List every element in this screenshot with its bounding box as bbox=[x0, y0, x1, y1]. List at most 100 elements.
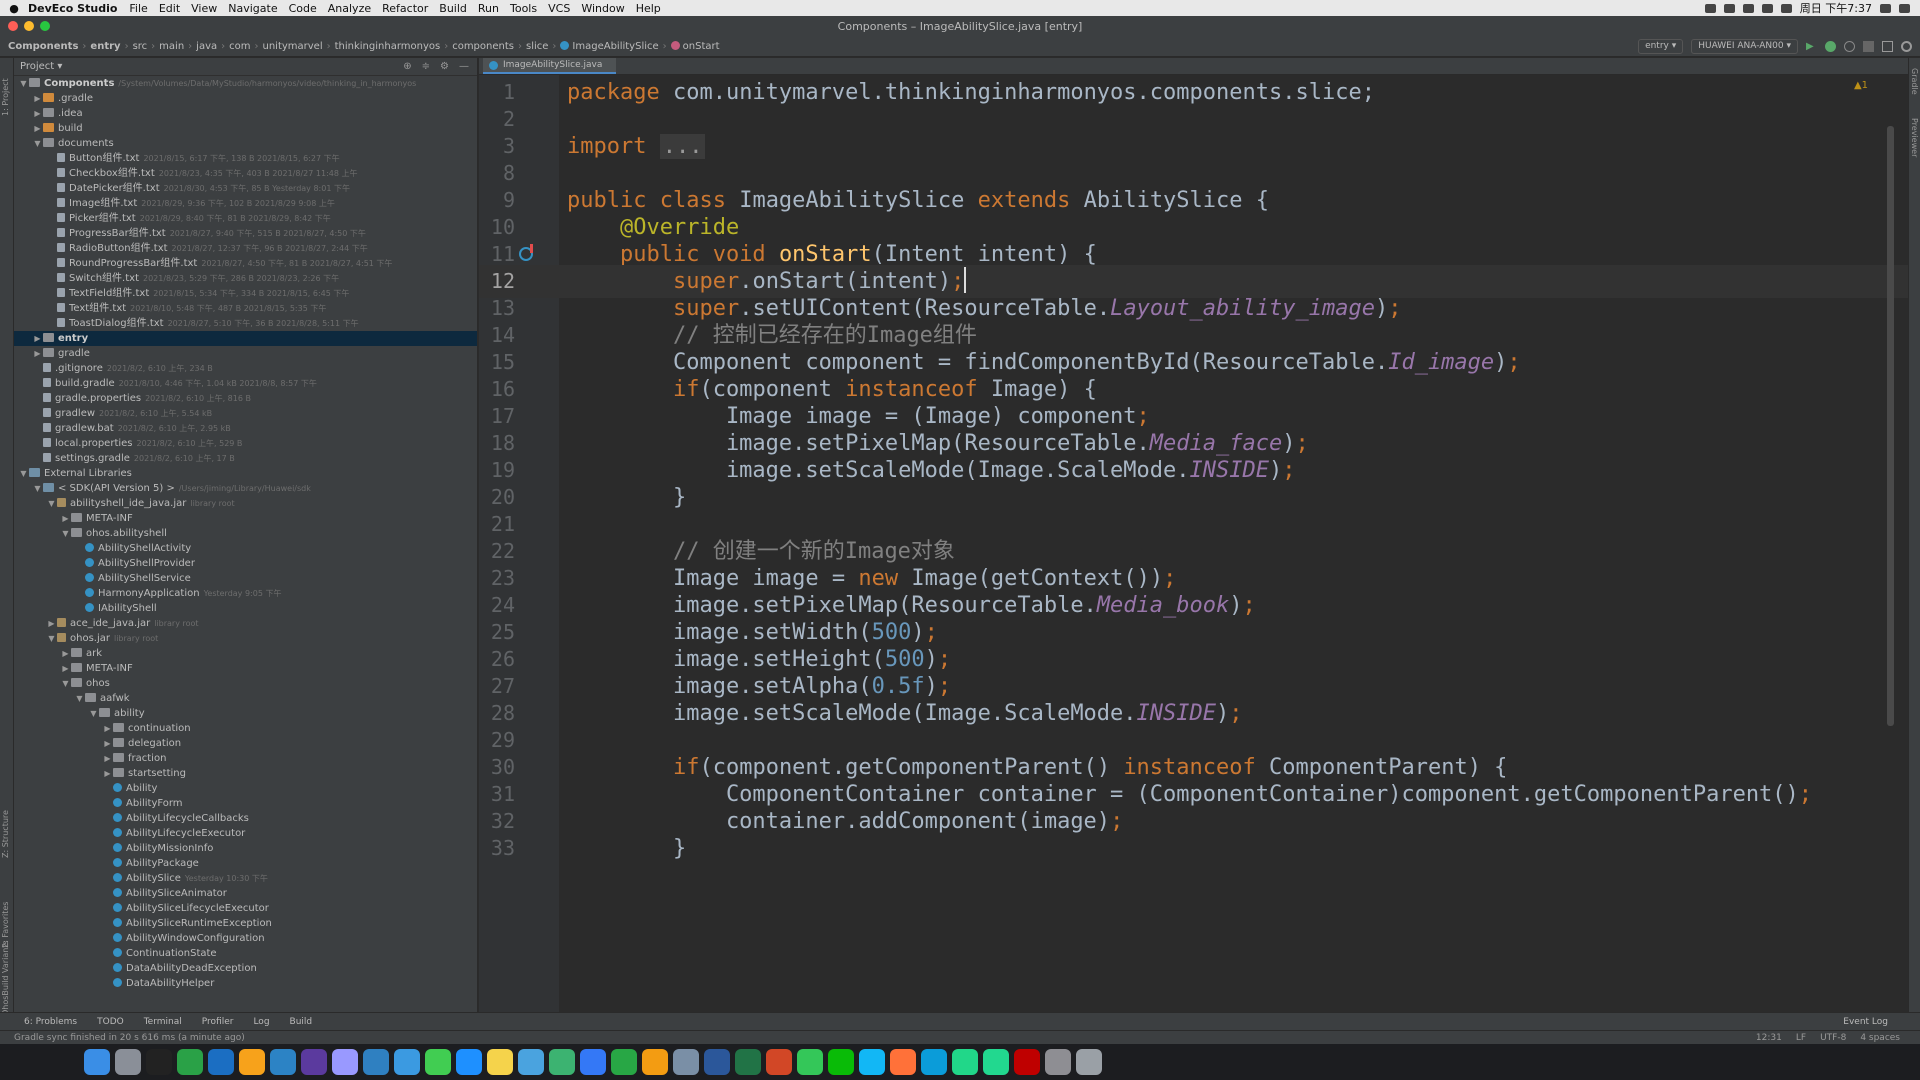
indent-setting[interactable]: 4 spaces bbox=[1860, 1033, 1900, 1043]
breadcrumb-item[interactable]: slice bbox=[526, 41, 548, 52]
control-center-icon[interactable] bbox=[1899, 3, 1910, 13]
project-view-select[interactable]: Project ▾ bbox=[20, 61, 62, 72]
tree-item[interactable]: ▶ gradle bbox=[14, 346, 477, 361]
menubar-clock[interactable]: 周日 下午7:37 bbox=[1800, 0, 1872, 16]
tree-item[interactable]: .gitignore 2021/8/2, 6:10 上午, 234 B bbox=[14, 361, 477, 376]
chevron-right-icon[interactable]: ▶ bbox=[102, 721, 113, 736]
tree-item[interactable]: build.gradle 2021/8/10, 4:46 下午, 1.04 kB … bbox=[14, 376, 477, 391]
previewer-tool-tab[interactable]: Previewer bbox=[1910, 118, 1919, 157]
pycharm-icon[interactable] bbox=[952, 1049, 978, 1075]
tree-item[interactable]: ProgressBar组件.txt 2021/8/27, 9:40 下午, 515… bbox=[14, 226, 477, 241]
code-text[interactable]: } bbox=[567, 832, 686, 865]
tray-icon[interactable] bbox=[1742, 3, 1754, 13]
file-encoding[interactable]: UTF-8 bbox=[1820, 1033, 1846, 1043]
menu-code[interactable]: Code bbox=[289, 2, 317, 15]
tree-item[interactable]: DatePicker组件.txt 2021/8/30, 4:53 下午, 85 B… bbox=[14, 181, 477, 196]
battery-icon[interactable] bbox=[1780, 3, 1792, 13]
filezilla-icon[interactable] bbox=[1014, 1049, 1040, 1075]
device-select[interactable]: HUAWEI ANA-AN00 ▾ bbox=[1691, 39, 1798, 54]
run-icon[interactable]: ▶ bbox=[1806, 41, 1817, 52]
chrome-icon[interactable] bbox=[177, 1049, 203, 1075]
breadcrumb-item[interactable]: unitymarvel bbox=[262, 41, 322, 52]
build-tool-tab[interactable]: Build bbox=[290, 1017, 313, 1027]
breadcrumb-item[interactable]: components bbox=[452, 41, 514, 52]
editor-tab[interactable]: ImageAbilitySlice.java bbox=[483, 58, 617, 74]
close-window-button[interactable] bbox=[8, 21, 18, 31]
tree-item[interactable]: AbilityForm bbox=[14, 796, 477, 811]
breadcrumb-item[interactable]: Components bbox=[8, 41, 78, 52]
chevron-right-icon[interactable]: ▶ bbox=[46, 616, 57, 631]
deveco-icon[interactable] bbox=[456, 1049, 482, 1075]
event-log-tool-tab[interactable]: Event Log bbox=[1843, 1017, 1888, 1027]
menu-help[interactable]: Help bbox=[636, 2, 661, 15]
tree-item[interactable]: ▼ abilityshell_ide_java.jar library root bbox=[14, 496, 477, 511]
chevron-right-icon[interactable]: ▶ bbox=[32, 106, 43, 121]
status-message[interactable]: Gradle sync finished in 20 s 616 ms (a m… bbox=[14, 1033, 245, 1043]
chevron-down-icon[interactable]: ▼ bbox=[46, 496, 57, 511]
premiere-icon[interactable] bbox=[301, 1049, 327, 1075]
tree-item[interactable]: settings.gradle 2021/8/2, 6:10 上午, 17 B bbox=[14, 451, 477, 466]
tree-item[interactable]: gradlew 2021/8/2, 6:10 上午, 5.54 kB bbox=[14, 406, 477, 421]
wechat-icon[interactable] bbox=[828, 1049, 854, 1075]
chevron-down-icon[interactable]: ▼ bbox=[18, 76, 29, 91]
tree-item[interactable]: ▼ < SDK(API Version 5) >/Users/jiming/Lib… bbox=[14, 481, 477, 496]
launchpad-icon[interactable] bbox=[115, 1049, 141, 1075]
wifi-icon[interactable] bbox=[1761, 3, 1773, 13]
tree-item[interactable]: AbilityLifecycleExecutor bbox=[14, 826, 477, 841]
tree-item[interactable]: AbilityShellActivity bbox=[14, 541, 477, 556]
tree-item[interactable]: HarmonyApplication Yesterday 9:05 下午 bbox=[14, 586, 477, 601]
goland-icon[interactable] bbox=[921, 1049, 947, 1075]
menu-analyze[interactable]: Analyze bbox=[328, 2, 371, 15]
menu-navigate[interactable]: Navigate bbox=[228, 2, 277, 15]
tree-item[interactable]: Ability bbox=[14, 781, 477, 796]
caret-position[interactable]: 12:31 bbox=[1756, 1033, 1782, 1043]
run-config-select[interactable]: entry ▾ bbox=[1638, 39, 1684, 54]
menu-window[interactable]: Window bbox=[581, 2, 624, 15]
terminal-icon[interactable] bbox=[146, 1049, 172, 1075]
qq-icon[interactable] bbox=[859, 1049, 885, 1075]
hide-icon[interactable]: — bbox=[459, 61, 469, 72]
tree-item[interactable]: AbilityPackage bbox=[14, 856, 477, 871]
inspection-warning-indicator[interactable]: ▲1 bbox=[1854, 80, 1868, 91]
tree-item[interactable]: ▼ aafwk bbox=[14, 691, 477, 706]
tree-item[interactable]: Checkbox组件.txt 2021/8/23, 4:35 下午, 403 B … bbox=[14, 166, 477, 181]
qt-icon[interactable] bbox=[425, 1049, 451, 1075]
tree-item[interactable]: AbilitySliceRuntimeException bbox=[14, 916, 477, 931]
tree-item[interactable]: ▼ External Libraries bbox=[14, 466, 477, 481]
breadcrumb-item[interactable]: java bbox=[196, 41, 217, 52]
spotlight-icon[interactable] bbox=[1880, 3, 1891, 13]
breadcrumb-item[interactable]: com bbox=[229, 41, 250, 52]
tree-item[interactable]: ▶ startsetting bbox=[14, 766, 477, 781]
breadcrumb-class[interactable]: ImageAbilitySlice bbox=[560, 41, 659, 52]
tree-item[interactable]: ▶ fraction bbox=[14, 751, 477, 766]
tree-item[interactable]: ▶ .idea bbox=[14, 106, 477, 121]
tree-item[interactable]: ▼ ability bbox=[14, 706, 477, 721]
keynote-icon[interactable] bbox=[580, 1049, 606, 1075]
profile-icon[interactable] bbox=[1844, 41, 1855, 52]
breadcrumb-item[interactable]: entry bbox=[90, 41, 120, 52]
tree-item[interactable]: ▶ continuation bbox=[14, 721, 477, 736]
menu-vcs[interactable]: VCS bbox=[548, 2, 570, 15]
tree-item[interactable]: ▶ entry bbox=[14, 331, 477, 346]
tree-item[interactable]: gradlew.bat 2021/8/2, 6:10 上午, 2.95 kB bbox=[14, 421, 477, 436]
powerpoint-icon[interactable] bbox=[766, 1049, 792, 1075]
breadcrumb-method[interactable]: onStart bbox=[670, 41, 720, 52]
tree-item[interactable]: RadioButton组件.txt 2021/8/27, 12:37 下午, 96… bbox=[14, 241, 477, 256]
chevron-down-icon[interactable]: ▼ bbox=[74, 691, 85, 706]
tree-item[interactable]: AbilitySlice Yesterday 10:30 下午 bbox=[14, 871, 477, 886]
settings-icon[interactable] bbox=[1045, 1049, 1071, 1075]
breadcrumb-item[interactable]: thinkinginharmonyos bbox=[335, 41, 441, 52]
tree-item[interactable]: Image组件.txt 2021/8/29, 9:36 下午, 102 B 202… bbox=[14, 196, 477, 211]
tree-item[interactable]: ▼ documents bbox=[14, 136, 477, 151]
vscode-icon[interactable] bbox=[363, 1049, 389, 1075]
collapse-all-icon[interactable]: ≑ bbox=[422, 61, 430, 72]
excel-icon[interactable] bbox=[735, 1049, 761, 1075]
chevron-down-icon[interactable]: ▼ bbox=[60, 526, 71, 541]
chevron-right-icon[interactable]: ▶ bbox=[32, 346, 43, 361]
terminal-tool-tab[interactable]: Terminal bbox=[144, 1017, 182, 1027]
debug-icon[interactable] bbox=[1825, 41, 1836, 52]
tree-item[interactable]: ▶ ace_ide_java.jar library root bbox=[14, 616, 477, 631]
project-tool-tab[interactable]: 1: Project bbox=[1, 78, 10, 116]
tree-item[interactable]: ▼ ohos bbox=[14, 676, 477, 691]
tray-icon[interactable] bbox=[1704, 3, 1716, 13]
